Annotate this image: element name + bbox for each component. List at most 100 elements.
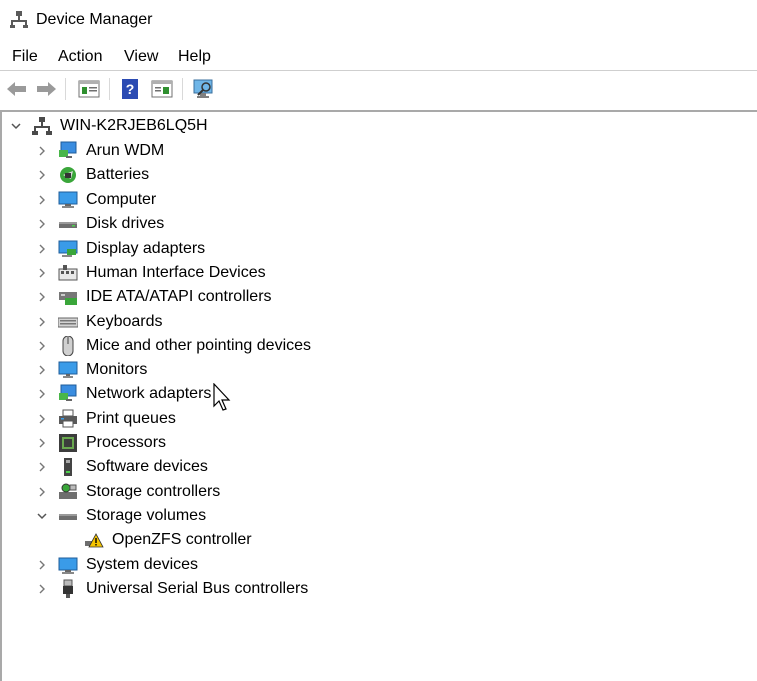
tree-item-monitors[interactable]: Monitors: [36, 358, 147, 382]
chevron-right-icon[interactable]: [36, 583, 48, 595]
chevron-right-icon[interactable]: [36, 267, 48, 279]
software-device-icon: [58, 457, 78, 477]
tree-item-processors[interactable]: Processors: [36, 431, 166, 455]
chevron-right-icon[interactable]: [36, 218, 48, 230]
tree-item-label: Display adapters: [86, 240, 206, 257]
chevron-right-icon[interactable]: [36, 413, 48, 425]
chevron-right-icon[interactable]: [36, 486, 48, 498]
system-device-icon: [58, 555, 78, 575]
toolbar-divider: [109, 78, 110, 100]
properties-button[interactable]: [77, 78, 101, 100]
keyboard-icon: [58, 312, 78, 332]
computer-root-icon: [32, 116, 52, 136]
tree-item-label: Processors: [86, 434, 167, 451]
toolbar-divider: [65, 78, 66, 100]
tree-item-display-adapters[interactable]: Display adapters: [36, 237, 205, 261]
chevron-right-icon[interactable]: [36, 437, 48, 449]
update-driver-button[interactable]: [150, 78, 174, 100]
toolbar: ?: [0, 72, 757, 106]
storage-controller-icon: [58, 482, 78, 502]
tree-item-ide-controllers[interactable]: IDE ATA/ATAPI controllers: [36, 285, 272, 309]
chevron-right-icon[interactable]: [36, 559, 48, 571]
chevron-right-icon[interactable]: [36, 340, 48, 352]
tree-item-print-queues[interactable]: Print queues: [36, 407, 176, 431]
tree-item-label: Arun WDM: [86, 142, 165, 159]
tree-item-label: Storage volumes: [86, 507, 207, 524]
svg-text:?: ?: [126, 81, 135, 97]
chevron-right-icon[interactable]: [36, 461, 48, 473]
chevron-down-icon[interactable]: [36, 510, 48, 522]
tree-item-label: OpenZFS controller: [112, 531, 252, 548]
tree-item-disk-drives[interactable]: Disk drives: [36, 212, 164, 236]
printer-icon: [58, 409, 78, 429]
tree-item-usb-controllers[interactable]: Universal Serial Bus controllers: [36, 577, 308, 601]
chevron-right-icon[interactable]: [36, 194, 48, 206]
help-button[interactable]: ?: [118, 78, 142, 100]
tree-item-label: System devices: [86, 556, 199, 573]
tree-item-batteries[interactable]: Batteries: [36, 163, 149, 187]
tree-item-computer[interactable]: Computer: [36, 188, 156, 212]
mouse-cursor-icon: [213, 383, 231, 411]
tree-item-label: Print queues: [86, 410, 176, 427]
menu-view[interactable]: View: [124, 48, 158, 66]
tree-item-label: IDE ATA/ATAPI controllers: [86, 288, 272, 305]
device-manager-icon: [10, 11, 28, 28]
network-icon: [58, 141, 78, 161]
hid-icon: [58, 263, 78, 283]
tree-item-storage-controllers[interactable]: Storage controllers: [36, 480, 220, 504]
tree-root[interactable]: WIN-K2RJEB6LQ5H: [10, 114, 208, 138]
title-bar: Device Manager: [0, 0, 757, 42]
tree-item-label: Computer: [86, 191, 157, 208]
tree-item-system-devices[interactable]: System devices: [36, 553, 198, 577]
tree-item-label: Batteries: [86, 166, 150, 183]
tree-item-label: Software devices: [86, 458, 208, 475]
chevron-right-icon[interactable]: [36, 169, 48, 181]
tree-item-network-adapters[interactable]: Network adapters: [36, 382, 211, 406]
tree-item-storage-volumes[interactable]: Storage volumes: [36, 504, 206, 528]
tree-item-label: Disk drives: [86, 215, 165, 232]
tree-item-label: Mice and other pointing devices: [86, 337, 312, 354]
storage-volume-icon: [58, 506, 78, 526]
chevron-right-icon[interactable]: [36, 243, 48, 255]
chevron-right-icon[interactable]: [36, 388, 48, 400]
tree-item-arun-wdm[interactable]: Arun WDM: [36, 139, 164, 163]
chevron-right-icon[interactable]: [36, 145, 48, 157]
tree-item-keyboards[interactable]: Keyboards: [36, 310, 163, 334]
computer-icon: [58, 190, 78, 210]
warning-icon: [84, 530, 104, 550]
network-adapter-icon: [58, 384, 78, 404]
display-adapter-icon: [58, 239, 78, 259]
scan-hardware-icon: [193, 79, 213, 98]
tree-item-hid[interactable]: Human Interface Devices: [36, 261, 266, 285]
properties-icon: [78, 80, 100, 98]
tree-item-label: Human Interface Devices: [86, 264, 266, 281]
window-title: Device Manager: [36, 11, 153, 28]
processor-icon: [58, 433, 78, 453]
tree-item-software-devices[interactable]: Software devices: [36, 455, 208, 479]
menu-action[interactable]: Action: [58, 48, 102, 66]
chevron-right-icon[interactable]: [36, 316, 48, 328]
menu-help[interactable]: Help: [178, 48, 211, 66]
chevron-right-icon[interactable]: [36, 291, 48, 303]
ide-controller-icon: [58, 287, 78, 307]
back-arrow-icon: [7, 82, 26, 96]
tree-root-label: WIN-K2RJEB6LQ5H: [60, 117, 208, 134]
disk-drive-icon: [58, 214, 78, 234]
help-icon: ?: [122, 79, 138, 99]
tree-item-label: Storage controllers: [86, 483, 221, 500]
chevron-right-icon[interactable]: [36, 364, 48, 376]
chevron-down-icon[interactable]: [10, 120, 22, 132]
tree-item-openzfs-controller[interactable]: OpenZFS controller: [84, 528, 252, 552]
forward-arrow-icon: [37, 82, 56, 96]
forward-button[interactable]: [34, 78, 58, 100]
back-button[interactable]: [5, 78, 29, 100]
tree-item-label: Keyboards: [86, 313, 163, 330]
usb-icon: [58, 579, 78, 599]
menu-file[interactable]: File: [12, 48, 38, 66]
battery-icon: [58, 165, 78, 185]
scan-hardware-button[interactable]: [192, 78, 216, 100]
tree-item-label: Universal Serial Bus controllers: [86, 580, 309, 597]
tree-item-mice[interactable]: Mice and other pointing devices: [36, 334, 311, 358]
menu-separator: [0, 70, 757, 71]
tree-item-label: Monitors: [86, 361, 148, 378]
